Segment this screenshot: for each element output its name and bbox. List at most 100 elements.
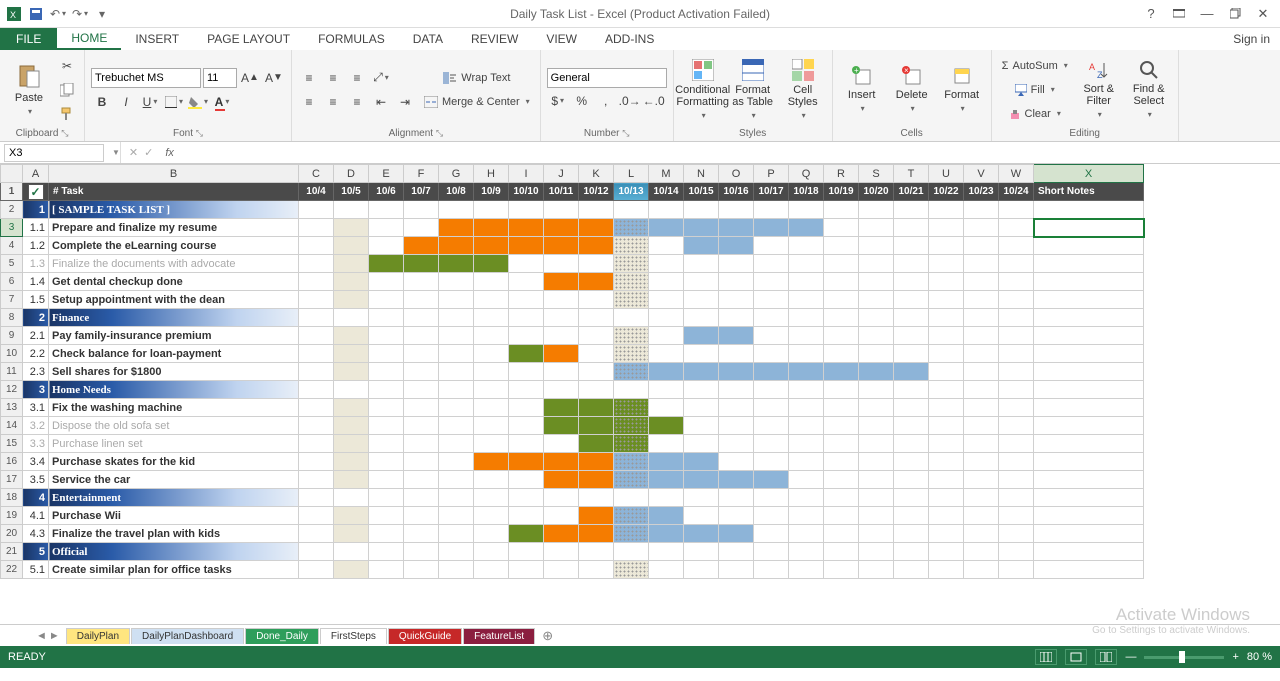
gantt-cell[interactable]	[964, 219, 999, 237]
tab-data[interactable]: DATA	[399, 28, 457, 50]
row-header[interactable]: 15	[1, 435, 23, 453]
gantt-cell[interactable]	[544, 327, 579, 345]
gantt-cell[interactable]	[999, 201, 1034, 219]
font-name-select[interactable]	[91, 68, 201, 88]
gantt-cell[interactable]	[789, 219, 824, 237]
gantt-cell[interactable]	[929, 345, 964, 363]
zoom-in-icon[interactable]: +	[1232, 651, 1238, 663]
gantt-cell[interactable]	[579, 543, 614, 561]
gantt-cell[interactable]	[894, 471, 929, 489]
gantt-cell[interactable]	[859, 399, 894, 417]
row-header[interactable]: 6	[1, 273, 23, 291]
gantt-cell[interactable]	[334, 435, 369, 453]
gantt-cell[interactable]	[544, 345, 579, 363]
gantt-cell[interactable]	[509, 417, 544, 435]
gantt-cell[interactable]	[509, 345, 544, 363]
gantt-cell[interactable]	[334, 507, 369, 525]
gantt-cell[interactable]	[474, 201, 509, 219]
gantt-cell[interactable]	[404, 471, 439, 489]
gantt-cell[interactable]	[649, 327, 684, 345]
gantt-cell[interactable]	[754, 471, 789, 489]
gantt-cell[interactable]	[719, 345, 754, 363]
worksheet-grid[interactable]: ABCDEFGHIJKLMNOPQRSTUVWX1✓# Task10/410/5…	[0, 164, 1280, 624]
gantt-cell[interactable]	[474, 345, 509, 363]
gantt-cell[interactable]	[719, 237, 754, 255]
border-icon[interactable]	[163, 91, 185, 113]
alignment-expand-icon[interactable]: ⤡	[436, 128, 443, 138]
gantt-cell[interactable]	[859, 543, 894, 561]
gantt-cell[interactable]	[999, 525, 1034, 543]
notes-cell[interactable]	[1034, 381, 1144, 399]
gantt-cell[interactable]	[789, 417, 824, 435]
notes-cell[interactable]	[1034, 489, 1144, 507]
gantt-cell[interactable]	[579, 561, 614, 579]
clipboard-expand-icon[interactable]: ⤡	[61, 128, 68, 138]
gantt-cell[interactable]	[964, 525, 999, 543]
gantt-cell[interactable]	[964, 363, 999, 381]
gantt-cell[interactable]	[439, 201, 474, 219]
gantt-cell[interactable]	[789, 255, 824, 273]
gantt-cell[interactable]	[929, 417, 964, 435]
clear-button[interactable]: Clear	[998, 103, 1072, 125]
gantt-cell[interactable]	[474, 255, 509, 273]
gantt-cell[interactable]	[859, 327, 894, 345]
save-icon[interactable]	[26, 4, 46, 24]
gantt-cell[interactable]	[544, 525, 579, 543]
gantt-cell[interactable]	[404, 489, 439, 507]
gantt-cell[interactable]	[894, 435, 929, 453]
gantt-cell[interactable]	[474, 363, 509, 381]
gantt-cell[interactable]	[859, 507, 894, 525]
decrease-font-icon[interactable]: A▼	[263, 67, 285, 89]
gantt-cell[interactable]	[684, 417, 719, 435]
decrease-decimal-icon[interactable]: ←.0	[643, 90, 665, 112]
gantt-cell[interactable]	[789, 327, 824, 345]
gantt-cell[interactable]	[859, 345, 894, 363]
gantt-cell[interactable]	[719, 543, 754, 561]
notes-cell[interactable]	[1034, 471, 1144, 489]
gantt-cell[interactable]	[299, 489, 334, 507]
help-icon[interactable]: ?	[1138, 4, 1164, 24]
sheet-nav-prev-icon[interactable]: ◄	[36, 630, 47, 642]
gantt-cell[interactable]	[334, 327, 369, 345]
gantt-cell[interactable]	[684, 327, 719, 345]
gantt-cell[interactable]	[894, 327, 929, 345]
gantt-cell[interactable]	[964, 273, 999, 291]
gantt-cell[interactable]	[649, 543, 684, 561]
notes-cell[interactable]	[1034, 543, 1144, 561]
gantt-cell[interactable]	[999, 345, 1034, 363]
gantt-cell[interactable]	[334, 381, 369, 399]
gantt-cell[interactable]	[439, 219, 474, 237]
notes-cell[interactable]	[1034, 399, 1144, 417]
gantt-cell[interactable]	[474, 399, 509, 417]
gantt-cell[interactable]	[474, 291, 509, 309]
delete-cells-button[interactable]: ×Delete	[889, 53, 935, 126]
gantt-cell[interactable]	[579, 327, 614, 345]
col-header[interactable]: D	[334, 165, 369, 183]
gantt-cell[interactable]	[964, 291, 999, 309]
gantt-cell[interactable]	[824, 471, 859, 489]
gantt-cell[interactable]	[789, 399, 824, 417]
gantt-cell[interactable]	[894, 399, 929, 417]
gantt-cell[interactable]	[369, 507, 404, 525]
gantt-cell[interactable]	[964, 201, 999, 219]
gantt-cell[interactable]	[579, 453, 614, 471]
gantt-cell[interactable]	[894, 381, 929, 399]
gantt-cell[interactable]	[754, 309, 789, 327]
gantt-cell[interactable]	[719, 471, 754, 489]
gantt-cell[interactable]	[544, 255, 579, 273]
gantt-cell[interactable]	[649, 381, 684, 399]
gantt-cell[interactable]	[789, 561, 824, 579]
qa-customize-icon[interactable]: ▾	[92, 4, 112, 24]
tab-home[interactable]: HOME	[57, 28, 121, 50]
col-header[interactable]: H	[474, 165, 509, 183]
gantt-cell[interactable]	[579, 489, 614, 507]
gantt-cell[interactable]	[824, 345, 859, 363]
tab-formulas[interactable]: FORMULAS	[304, 28, 399, 50]
notes-cell[interactable]	[1034, 291, 1144, 309]
gantt-cell[interactable]	[474, 471, 509, 489]
gantt-cell[interactable]	[579, 255, 614, 273]
gantt-cell[interactable]	[824, 417, 859, 435]
gantt-cell[interactable]	[334, 363, 369, 381]
gantt-cell[interactable]	[964, 507, 999, 525]
gantt-cell[interactable]	[509, 273, 544, 291]
